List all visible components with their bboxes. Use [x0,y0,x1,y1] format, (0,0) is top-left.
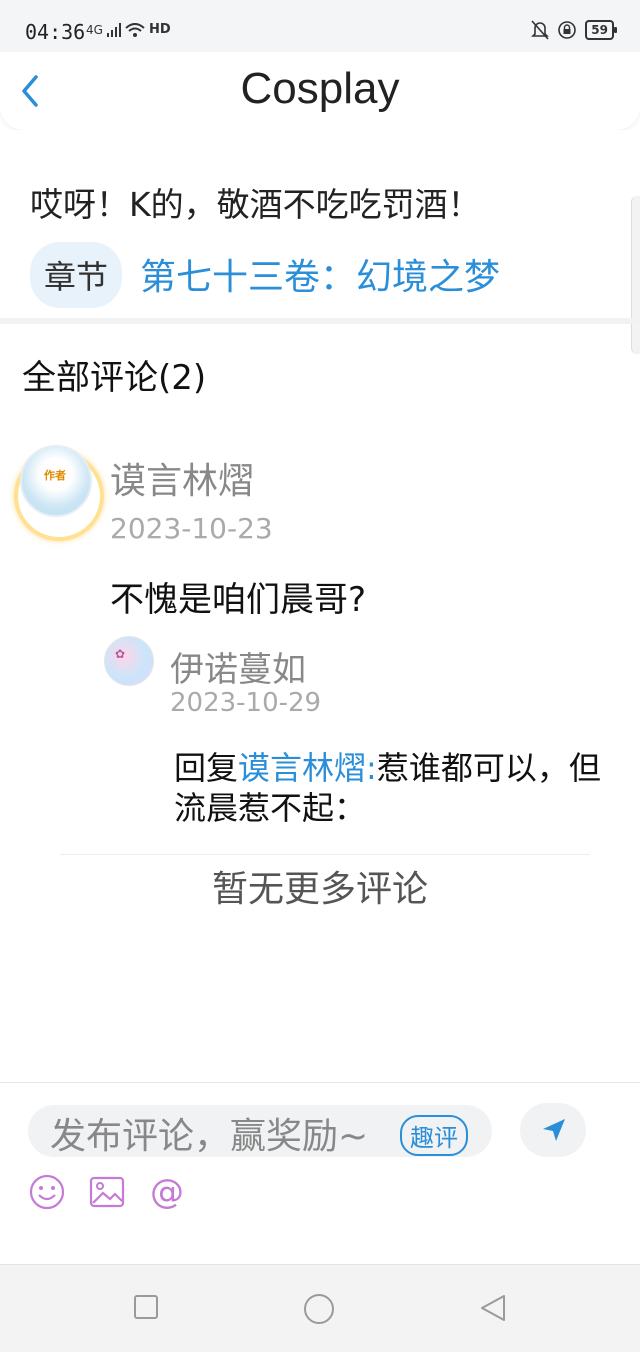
back-triangle-icon[interactable] [478,1293,508,1323]
at-icon[interactable]: @ [148,1173,186,1211]
status-time: 04:36 [25,20,86,44]
reply-date: 2023-10-29 [170,688,322,718]
author-badge: 作者 [44,469,66,482]
mute-bell-icon [531,20,550,40]
no-more-comments: 暂无更多评论 [211,869,428,910]
battery-indicator: 59 [585,20,617,40]
signal-icon [106,23,121,37]
lock-rotation-icon [558,21,577,39]
comment-composer: 发布评论，赢奖励~ 趣评 @ [0,1082,640,1265]
reply-avatar[interactable]: ✿ [104,636,154,686]
side-scroll-handle[interactable] [631,196,640,354]
reply-text[interactable]: 回复谟言林熠:惹谁都可以，但流晨惹不起： [174,748,604,828]
image-icon[interactable] [88,1173,126,1211]
comment-input[interactable]: 发布评论，赢奖励~ 趣评 [28,1105,492,1157]
page-title: Cosplay [240,64,400,113]
composer-tools: @ [28,1173,186,1211]
reply-mention[interactable]: 谟言林熠: [238,749,377,787]
emoji-icon[interactable] [28,1173,66,1211]
chapter-chip: 章节 [30,242,123,308]
list-divider [60,854,590,855]
system-nav-bar [0,1264,640,1352]
avatar[interactable]: 作者 [14,445,104,541]
status-right: 59 [531,20,617,40]
section-divider [0,318,640,324]
square-icon[interactable] [132,1293,162,1323]
svg-text:@: @ [150,1173,184,1211]
comment-date: 2023-10-23 [110,512,273,545]
chapter-title: 哎呀！K的，敬酒不吃吃罚酒！ [30,185,481,224]
reply-prefix: 回复 [174,749,239,787]
top-app-bar: Cosplay [0,52,640,130]
chapter-info: 哎呀！K的，敬酒不吃吃罚酒！ 章节 第七十三卷：幻境之梦 [0,130,640,318]
wifi-icon [125,23,145,37]
send-button[interactable] [520,1103,586,1157]
send-icon [543,1119,565,1141]
circle-icon[interactable] [303,1293,334,1324]
comment-placeholder: 发布评论，赢奖励~ [50,1116,369,1157]
comment-author[interactable]: 谟言林熠 [110,452,254,504]
network-label: 4G [86,23,103,37]
chapter-link[interactable]: 第七十三卷：幻境之梦 [140,248,500,300]
comment-text[interactable]: 不愧是咱们晨哥? [110,572,366,621]
quping-badge[interactable]: 趣评 [400,1115,468,1156]
comments-heading: 全部评论(2) [22,358,207,398]
avatar-art: ✿ [115,647,126,661]
hd-label: HD [148,22,171,37]
reply-author[interactable]: 伊诺蔓如 [170,642,306,691]
status-network: 4G HD [86,22,171,37]
